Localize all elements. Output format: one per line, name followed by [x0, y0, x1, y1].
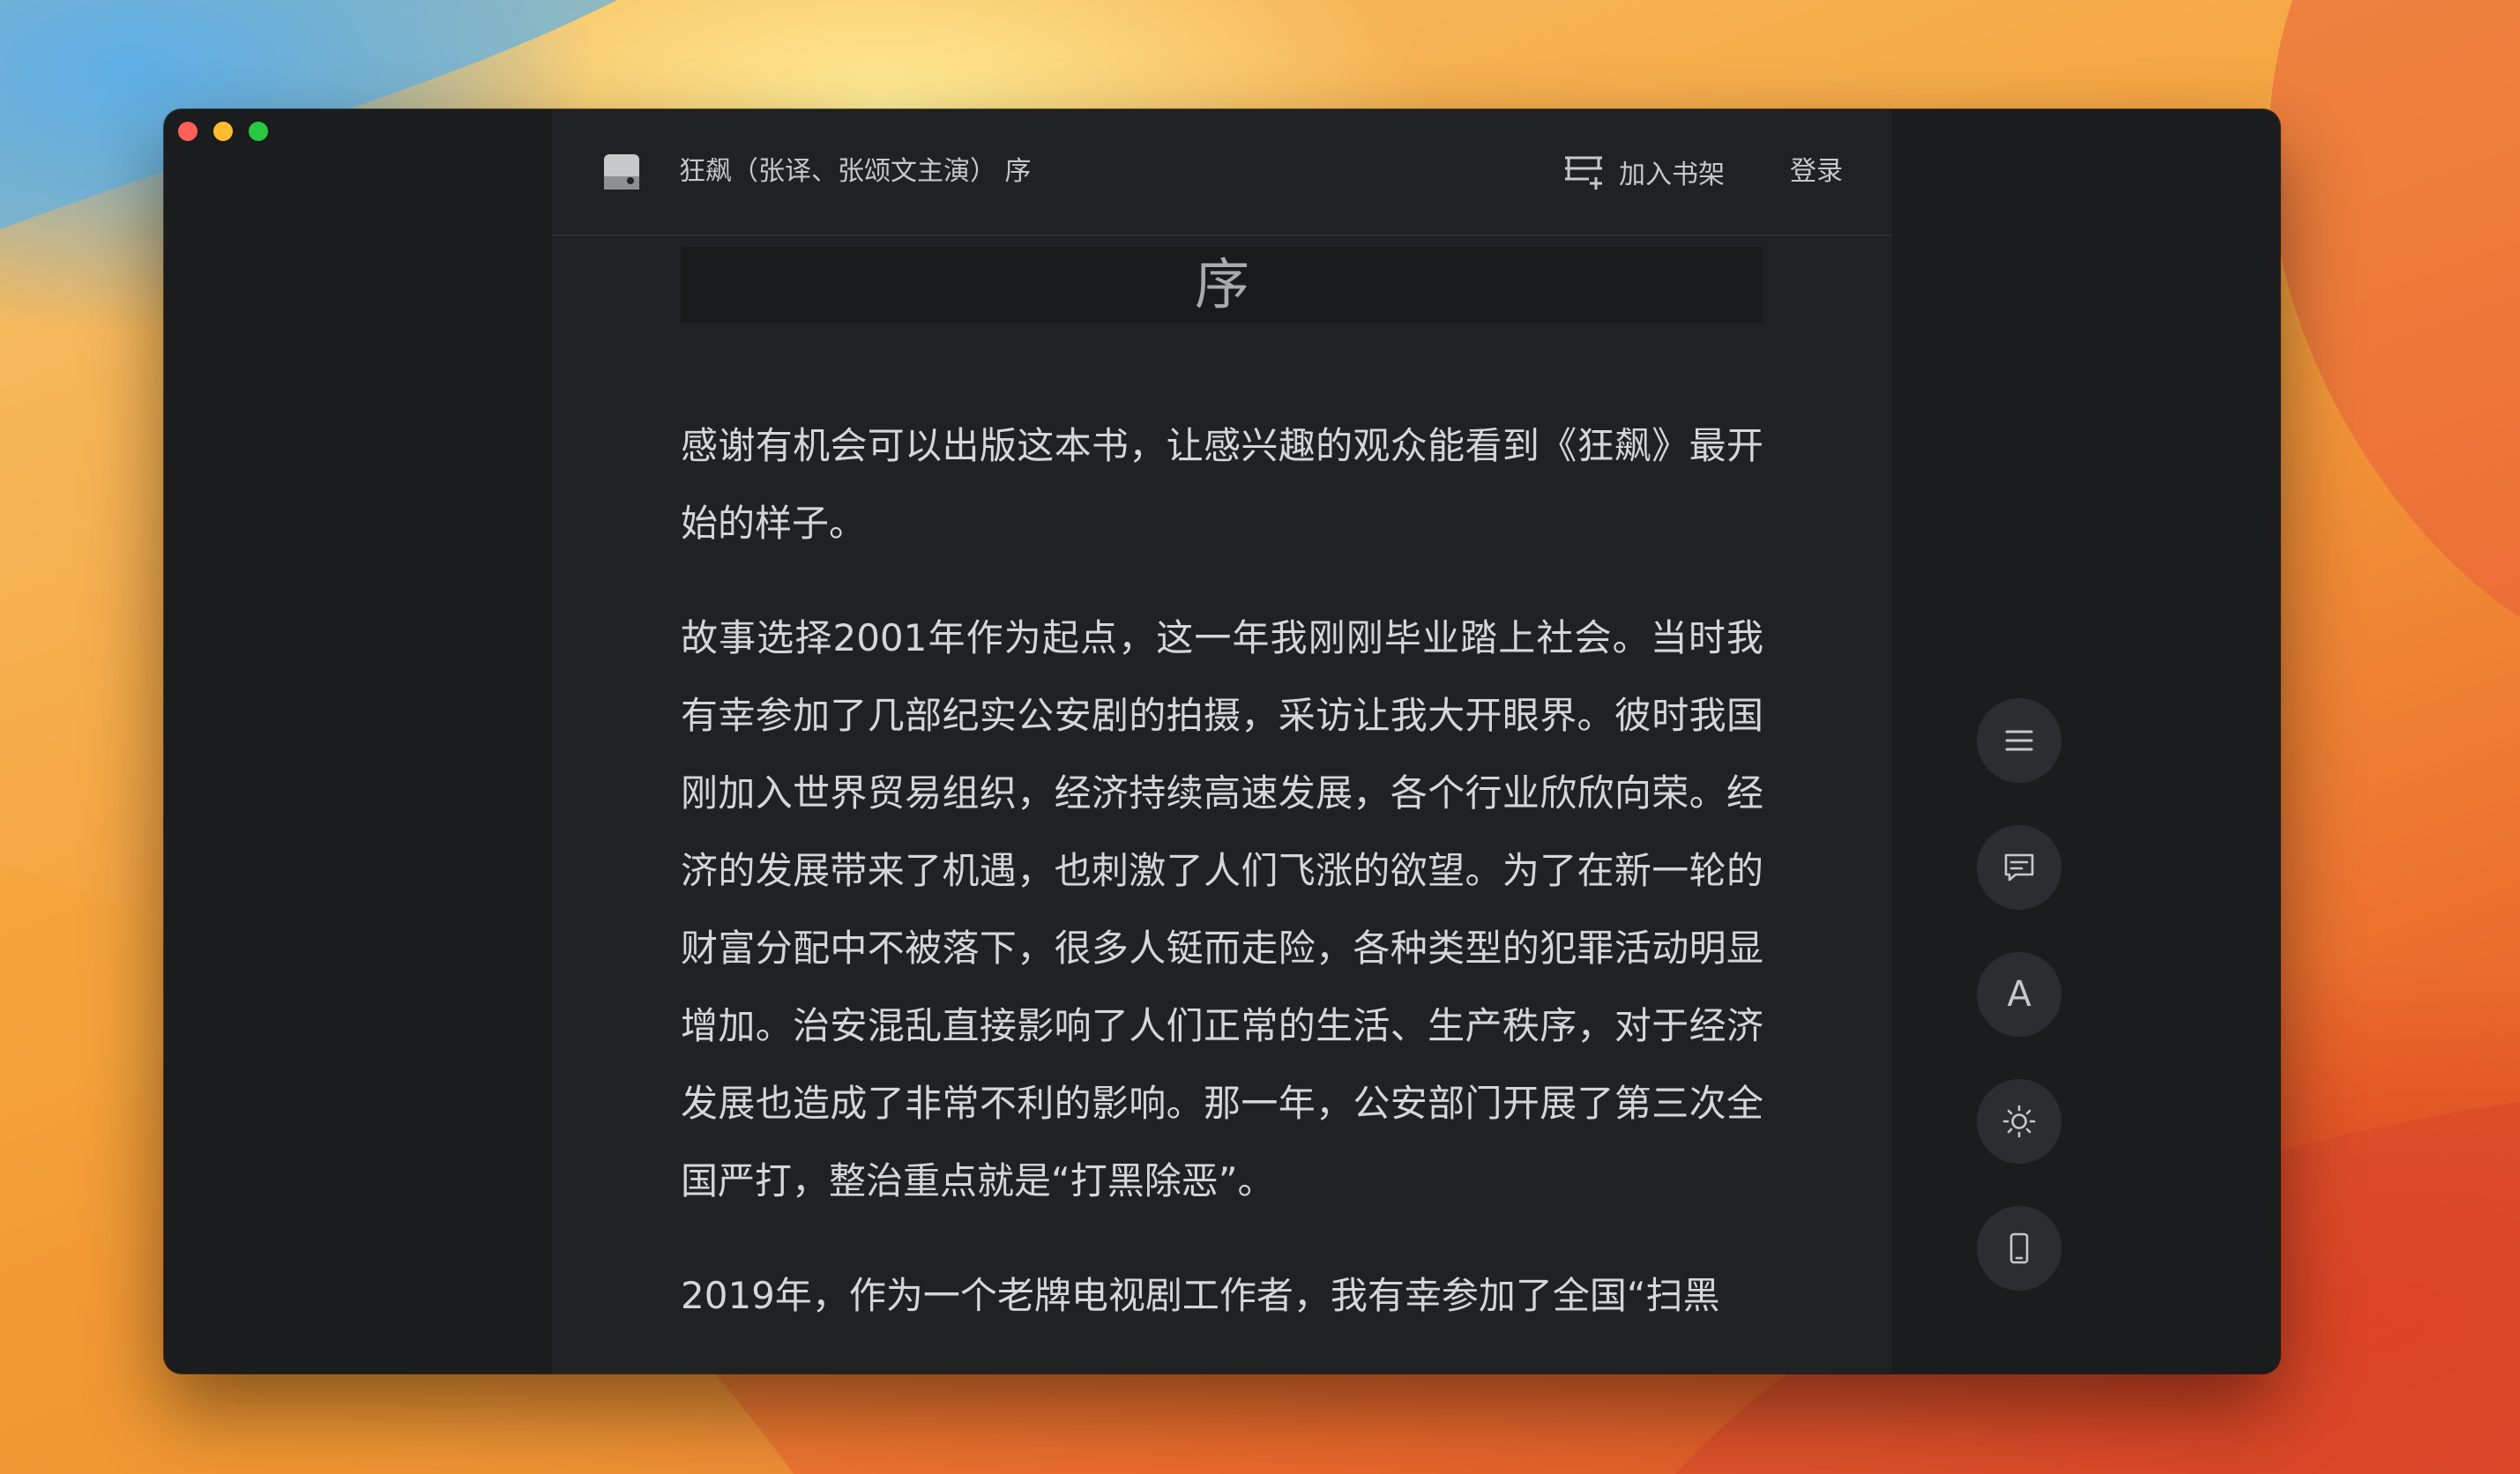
sun-icon [2002, 1105, 2036, 1138]
reader-header: 狂飙（张译、张颂文主演） 序 加入书架 登录 [552, 109, 1892, 236]
toc-button[interactable] [1977, 698, 2061, 783]
font-button[interactable]: A [1977, 952, 2061, 1037]
brightness-button[interactable] [1977, 1079, 2061, 1164]
comment-icon [2004, 853, 2034, 882]
book-cover-icon[interactable] [603, 153, 640, 190]
login-button[interactable]: 登录 [1790, 153, 1843, 190]
add-to-bookshelf-label: 加入书架 [1619, 160, 1725, 190]
bookshelf-add-icon [1565, 156, 1602, 190]
reader-panel: 狂飙（张译、张颂文主演） 序 加入书架 登录 序 感谢有机会可以出版这本书，让感… [552, 109, 1892, 1374]
font-icon: A [2007, 974, 2032, 1015]
comments-button[interactable] [1977, 825, 2061, 910]
chapter-title: 序 [681, 247, 1763, 323]
app-window: 狂飙（张译、张颂文主演） 序 加入书架 登录 序 感谢有机会可以出版这本书，让感… [164, 109, 2280, 1374]
paragraph: 感谢有机会可以出版这本书，让感兴趣的观众能看到《狂飙》最开始的样子。 [681, 424, 1763, 545]
device-button[interactable] [1977, 1206, 2061, 1291]
window-minimize-button[interactable] [213, 122, 233, 141]
paragraph: 2019年，作为一个老牌电视剧工作者，我有幸参加了全国“扫黑 [681, 1274, 1720, 1317]
reader-toolbar: A [1977, 698, 2061, 1333]
list-icon [2005, 730, 2033, 751]
window-close-button[interactable] [178, 122, 198, 141]
phone-icon [2009, 1232, 2029, 1264]
chapter-content: 序 感谢有机会可以出版这本书，让感兴趣的观众能看到《狂飙》最开始的样子。 故事选… [681, 247, 1763, 1335]
window-maximize-button[interactable] [249, 122, 268, 141]
paragraph: 故事选择2001年作为起点，这一年我刚刚毕业踏上社会。当时我有幸参加了几部纪实公… [681, 616, 1763, 1202]
book-title: 狂飙（张译、张颂文主演） 序 [679, 156, 1032, 187]
add-to-bookshelf-button[interactable]: 加入书架 [1562, 150, 1725, 194]
